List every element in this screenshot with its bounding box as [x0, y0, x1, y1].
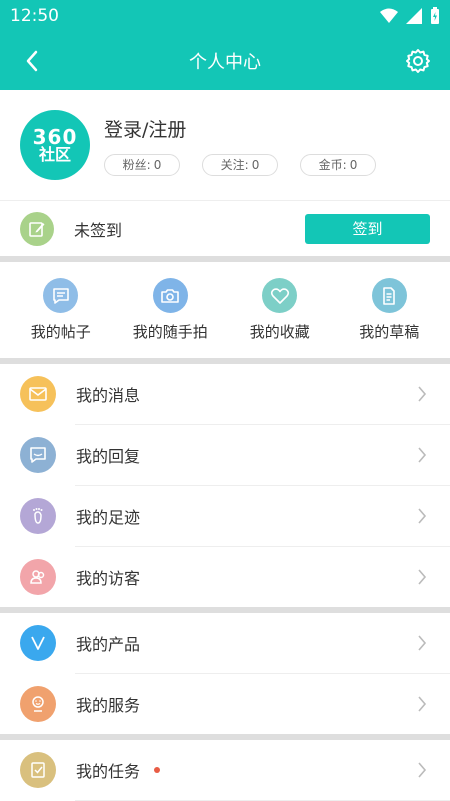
profile-section: 360 社区 登录/注册 粉丝: 0 关注: 0 金币: 0	[0, 90, 450, 200]
status-time: 12:50	[10, 6, 59, 26]
menu-item-visitors[interactable]: 我的访客	[0, 547, 450, 607]
heart-icon	[262, 278, 298, 313]
following-stat[interactable]: 关注: 0	[202, 153, 278, 176]
chevron-right-icon	[414, 444, 430, 466]
notification-dot	[154, 767, 161, 773]
my-drafts-button[interactable]: 我的草稿	[339, 278, 439, 342]
settings-button[interactable]	[402, 45, 434, 77]
chevron-right-icon	[414, 632, 430, 654]
menu-item-messages[interactable]: 我的消息	[0, 364, 450, 424]
my-snapshots-button[interactable]: 我的随手拍	[120, 278, 220, 342]
logo-text: 社区	[38, 145, 71, 164]
menu-item-footprints[interactable]: 我的足迹	[0, 486, 450, 546]
page-title: 个人中心	[189, 52, 261, 73]
envelope-icon	[20, 376, 56, 412]
footprint-icon	[20, 498, 56, 534]
checkin-button[interactable]: 签到	[305, 213, 430, 244]
menu-item-products[interactable]: 我的产品	[0, 613, 450, 673]
community-logo[interactable]: 360 社区	[20, 110, 90, 180]
app-bar: 个人中心	[0, 32, 450, 90]
chevron-right-icon	[414, 505, 430, 527]
gear-icon	[406, 49, 430, 73]
chevron-right-icon	[414, 566, 430, 588]
task-icon	[20, 752, 56, 788]
battery-icon	[431, 7, 439, 24]
edit-icon	[20, 211, 54, 246]
status-icons	[380, 7, 440, 25]
menu-item-tasks[interactable]: 我的任务	[0, 740, 450, 800]
checkin-status: 未签到	[74, 220, 123, 240]
menu-item-services[interactable]: 我的服务	[0, 674, 450, 734]
checkin-row: 未签到 签到	[0, 200, 450, 256]
menu-group-1: 我的消息 我的回复 我的足迹 我的访客	[0, 364, 450, 607]
v-logo-icon	[20, 625, 56, 661]
login-register-link[interactable]: 登录/注册	[104, 115, 376, 142]
reply-icon	[20, 437, 56, 473]
my-favorites-button[interactable]: 我的收藏	[230, 278, 330, 342]
profile-info: 登录/注册 粉丝: 0 关注: 0 金币: 0	[104, 115, 376, 176]
wifi-icon	[380, 8, 398, 23]
users-icon	[20, 559, 56, 595]
chevron-right-icon	[414, 693, 430, 715]
chevron-right-icon	[414, 383, 430, 405]
service-icon	[20, 686, 56, 722]
profile-stats: 粉丝: 0 关注: 0 金币: 0	[104, 153, 376, 176]
chevron-left-icon	[26, 50, 38, 72]
menu-group-2: 我的产品 我的服务	[0, 613, 450, 734]
quick-actions: 我的帖子 我的随手拍 我的收藏 我的草稿	[0, 262, 450, 358]
menu-group-3: 我的任务	[0, 740, 450, 801]
document-icon	[371, 278, 407, 313]
status-bar: 12:50	[0, 0, 450, 32]
camera-icon	[152, 278, 188, 313]
logo-number: 360	[32, 125, 78, 149]
my-posts-button[interactable]: 我的帖子	[11, 278, 111, 342]
menu-item-replies[interactable]: 我的回复	[0, 425, 450, 485]
signal-icon	[406, 8, 422, 24]
chevron-right-icon	[414, 759, 430, 781]
followers-stat[interactable]: 粉丝: 0	[104, 153, 180, 176]
chat-icon	[43, 278, 79, 313]
coins-stat[interactable]: 金币: 0	[300, 153, 376, 176]
back-button[interactable]	[16, 45, 48, 77]
